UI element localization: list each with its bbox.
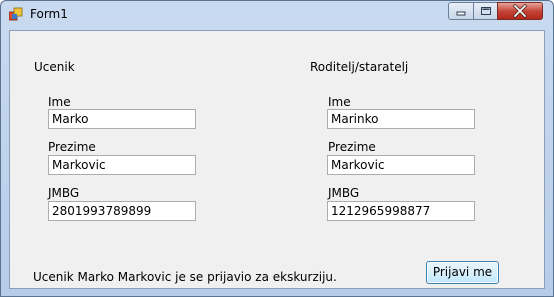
prijavi-me-button[interactable]: Prijavi me [426,261,499,284]
student-last-name-field[interactable]: Markovic [48,155,196,175]
minimize-icon [456,11,466,16]
close-button[interactable] [497,2,543,20]
parent-first-name-label: Ime [328,95,351,109]
student-header: Ucenik [34,60,75,74]
form-client-area: Ucenik Ime Marko Prezime Markovic JMBG 2… [9,30,545,289]
student-jmbg-label: JMBG [48,186,80,200]
parent-last-name-label: Prezime [328,140,376,154]
student-last-name-label: Prezime [48,140,96,154]
window-title: Form1 [30,7,68,21]
minimize-button[interactable] [448,2,474,20]
maximize-button[interactable] [473,2,498,20]
title-bar[interactable]: Form1 [1,1,553,29]
student-jmbg-field[interactable]: 2801993789899 [48,201,196,221]
parent-first-name-field[interactable]: Marinko [327,109,475,129]
status-message: Ucenik Marko Markovic je se prijavio za … [33,270,337,284]
parent-jmbg-field[interactable]: 1212965998877 [327,201,475,221]
student-first-name-field[interactable]: Marko [48,109,196,129]
winforms-app-icon [9,7,23,21]
parent-last-name-field[interactable]: Markovic [327,155,475,175]
maximize-icon [481,7,491,15]
close-icon [512,3,528,19]
parent-jmbg-label: JMBG [328,186,360,200]
student-first-name-label: Ime [48,95,71,109]
form1-window: Form1 Ucenik Ime Marko Prezime Markovic … [0,0,554,297]
parent-header: Roditelj/staratelj [310,60,409,74]
